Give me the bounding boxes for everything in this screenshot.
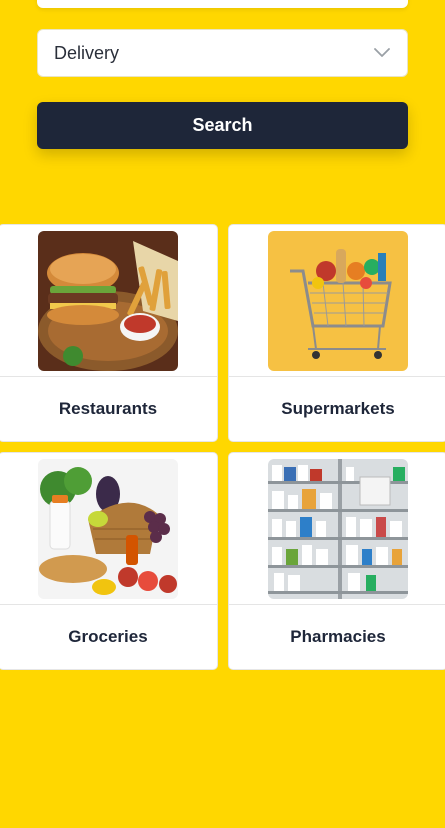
pharmacies-image	[268, 459, 408, 599]
category-card-pharmacies[interactable]: Pharmacies	[228, 452, 445, 670]
chevron-down-icon	[373, 44, 391, 62]
category-label: Pharmacies	[290, 627, 386, 646]
category-label: Restaurants	[58, 399, 158, 418]
page: Delivery Search Restaurants Supermarkets…	[0, 0, 445, 828]
supermarkets-image	[268, 231, 408, 371]
location-input[interactable]	[37, 0, 408, 8]
search-button[interactable]: Search	[37, 102, 408, 149]
delivery-mode-select[interactable]: Delivery	[37, 29, 408, 77]
category-label: Supermarkets	[281, 399, 395, 418]
category-card-restaurants[interactable]: Restaurants	[0, 224, 218, 442]
delivery-mode-value: Delivery	[54, 42, 120, 63]
category-card-groceries[interactable]: Groceries	[0, 452, 218, 670]
restaurants-image	[38, 231, 178, 371]
category-label: Groceries	[68, 627, 148, 646]
category-card-supermarkets[interactable]: Supermarkets	[228, 224, 445, 442]
groceries-image	[38, 459, 178, 599]
